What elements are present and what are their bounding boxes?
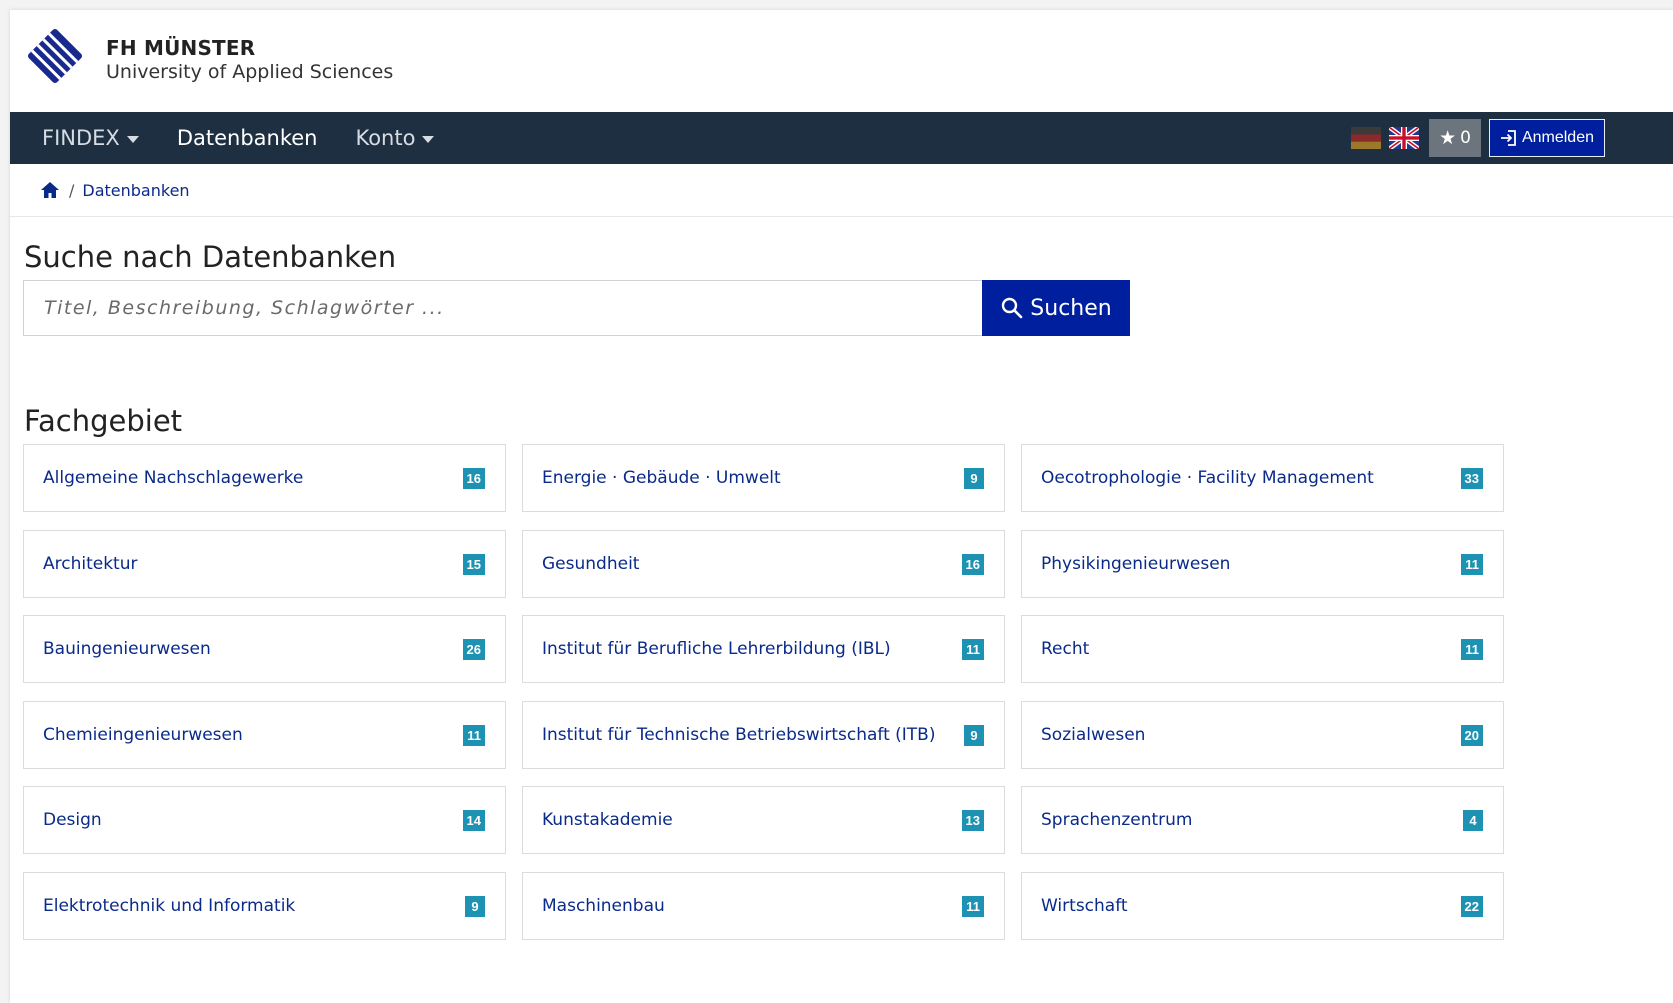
subject-count-badge: 9 bbox=[964, 467, 984, 489]
german-flag-icon[interactable] bbox=[1351, 127, 1382, 149]
subject-card[interactable]: Maschinenbau 11 bbox=[522, 872, 1005, 940]
subject-card[interactable]: Physikingenieurwesen 11 bbox=[1021, 530, 1504, 598]
breadcrumb-current[interactable]: Datenbanken bbox=[82, 181, 189, 200]
subject-count-badge: 11 bbox=[1461, 553, 1483, 575]
search-title: Suche nach Datenbanken bbox=[24, 240, 397, 274]
search-input[interactable] bbox=[23, 280, 982, 336]
subject-count-badge: 14 bbox=[462, 809, 485, 831]
subject-card[interactable]: Chemieingenieurwesen 11 bbox=[23, 701, 506, 769]
subject-card[interactable]: Gesundheit 16 bbox=[522, 530, 1005, 598]
favorites-button[interactable]: ★ 0 bbox=[1429, 119, 1481, 157]
nav-datenbanken-label: Datenbanken bbox=[176, 126, 318, 150]
subject-count-badge: 11 bbox=[962, 895, 984, 917]
brand[interactable]: FH MÜNSTER University of Applied Science… bbox=[106, 36, 393, 83]
subject-label: Maschinenbau bbox=[542, 896, 665, 916]
nav-konto-label: Konto bbox=[355, 126, 416, 150]
breadcrumb-separator: / bbox=[69, 180, 75, 200]
subject-card[interactable]: Wirtschaft 22 bbox=[1021, 872, 1504, 940]
subject-count-badge: 26 bbox=[462, 638, 485, 660]
subject-card[interactable]: Architektur 15 bbox=[23, 530, 506, 598]
subject-count-badge: 16 bbox=[462, 467, 485, 489]
chevron-down-icon bbox=[422, 135, 435, 143]
fachgebiet-title: Fachgebiet bbox=[24, 404, 183, 438]
subject-label: Allgemeine Nachschlagewerke bbox=[43, 468, 304, 488]
subject-card[interactable]: Bauingenieurwesen 26 bbox=[23, 615, 506, 683]
subject-label: Bauingenieurwesen bbox=[43, 639, 211, 659]
subject-label: Sozialwesen bbox=[1041, 725, 1146, 745]
subject-count-badge: 16 bbox=[961, 553, 984, 575]
fh-muenster-logo-icon[interactable] bbox=[24, 25, 86, 87]
subject-count-badge: 9 bbox=[964, 724, 984, 746]
subject-label: Institut für Berufliche Lehrerbildung (I… bbox=[542, 639, 891, 659]
subject-label: Gesundheit bbox=[542, 554, 640, 574]
search-button-label: Suchen bbox=[1030, 295, 1112, 321]
subject-count-badge: 22 bbox=[1460, 895, 1483, 917]
subject-card[interactable]: Kunstakademie 13 bbox=[522, 786, 1005, 854]
subject-card[interactable]: Oecotrophologie · Facility Management 33 bbox=[1021, 444, 1504, 512]
subject-label: Sprachenzentrum bbox=[1041, 810, 1193, 830]
search-bar: Suchen bbox=[23, 280, 1130, 336]
login-button[interactable]: Anmelden bbox=[1488, 119, 1605, 157]
subject-count-badge: 20 bbox=[1460, 724, 1483, 746]
nav-konto[interactable]: Konto bbox=[355, 126, 435, 150]
subject-label: Physikingenieurwesen bbox=[1041, 554, 1231, 574]
subject-label: Architektur bbox=[43, 554, 138, 574]
subject-label: Recht bbox=[1041, 639, 1090, 659]
login-label: Anmelden bbox=[1521, 129, 1594, 146]
subject-label: Wirtschaft bbox=[1041, 896, 1128, 916]
subject-card[interactable]: Energie · Gebäude · Umwelt 9 bbox=[522, 444, 1005, 512]
nav-datenbanken[interactable]: Datenbanken bbox=[177, 126, 318, 150]
subject-card[interactable]: Institut für Technische Betriebswirtscha… bbox=[522, 701, 1005, 769]
subject-count-badge: 4 bbox=[1463, 809, 1483, 831]
subject-count-badge: 11 bbox=[1461, 638, 1483, 660]
subject-count-badge: 15 bbox=[462, 553, 485, 575]
search-button[interactable]: Suchen bbox=[982, 280, 1130, 336]
subject-count-badge: 9 bbox=[465, 895, 485, 917]
subject-label: Elektrotechnik und Informatik bbox=[43, 896, 296, 916]
site-header: FH MÜNSTER University of Applied Science… bbox=[10, 10, 1673, 112]
subject-count-badge: 13 bbox=[961, 809, 984, 831]
brand-subtitle: University of Applied Sciences bbox=[106, 61, 394, 83]
nav-findex-label: FINDEX bbox=[42, 126, 120, 150]
chevron-down-icon bbox=[126, 135, 139, 143]
subject-card[interactable]: Sozialwesen 20 bbox=[1021, 701, 1504, 769]
main-navbar: FINDEX Datenbanken Konto ★ 0 Anmelden bbox=[10, 112, 1673, 164]
subject-label: Design bbox=[43, 810, 102, 830]
subject-card[interactable]: Institut für Berufliche Lehrerbildung (I… bbox=[522, 615, 1005, 683]
page: FH MÜNSTER University of Applied Science… bbox=[10, 10, 1673, 1003]
subject-label: Kunstakademie bbox=[542, 810, 673, 830]
subject-count-badge: 11 bbox=[962, 638, 984, 660]
favorites-count: 0 bbox=[1460, 128, 1471, 148]
subject-card[interactable]: Allgemeine Nachschlagewerke 16 bbox=[23, 444, 506, 512]
navbar-right: ★ 0 Anmelden bbox=[1351, 119, 1605, 157]
subject-card[interactable]: Elektrotechnik und Informatik 9 bbox=[23, 872, 506, 940]
subject-count-badge: 33 bbox=[1460, 467, 1483, 489]
subject-label: Chemieingenieurwesen bbox=[43, 725, 243, 745]
subject-label: Energie · Gebäude · Umwelt bbox=[542, 468, 781, 488]
subject-label: Oecotrophologie · Facility Management bbox=[1041, 468, 1374, 488]
subject-card[interactable]: Design 14 bbox=[23, 786, 506, 854]
subject-card[interactable]: Recht 11 bbox=[1021, 615, 1504, 683]
uk-flag-icon[interactable] bbox=[1389, 127, 1420, 149]
star-icon: ★ bbox=[1439, 127, 1457, 149]
search-icon bbox=[1002, 297, 1023, 319]
sign-in-icon bbox=[1500, 130, 1516, 146]
nav-findex[interactable]: FINDEX bbox=[42, 126, 139, 150]
subject-label: Institut für Technische Betriebswirtscha… bbox=[542, 725, 936, 745]
home-icon[interactable] bbox=[40, 181, 60, 199]
breadcrumb: / Datenbanken bbox=[10, 164, 1673, 217]
subject-count-badge: 11 bbox=[463, 724, 485, 746]
brand-name: FH MÜNSTER bbox=[106, 36, 256, 60]
subject-card[interactable]: Sprachenzentrum 4 bbox=[1021, 786, 1504, 854]
